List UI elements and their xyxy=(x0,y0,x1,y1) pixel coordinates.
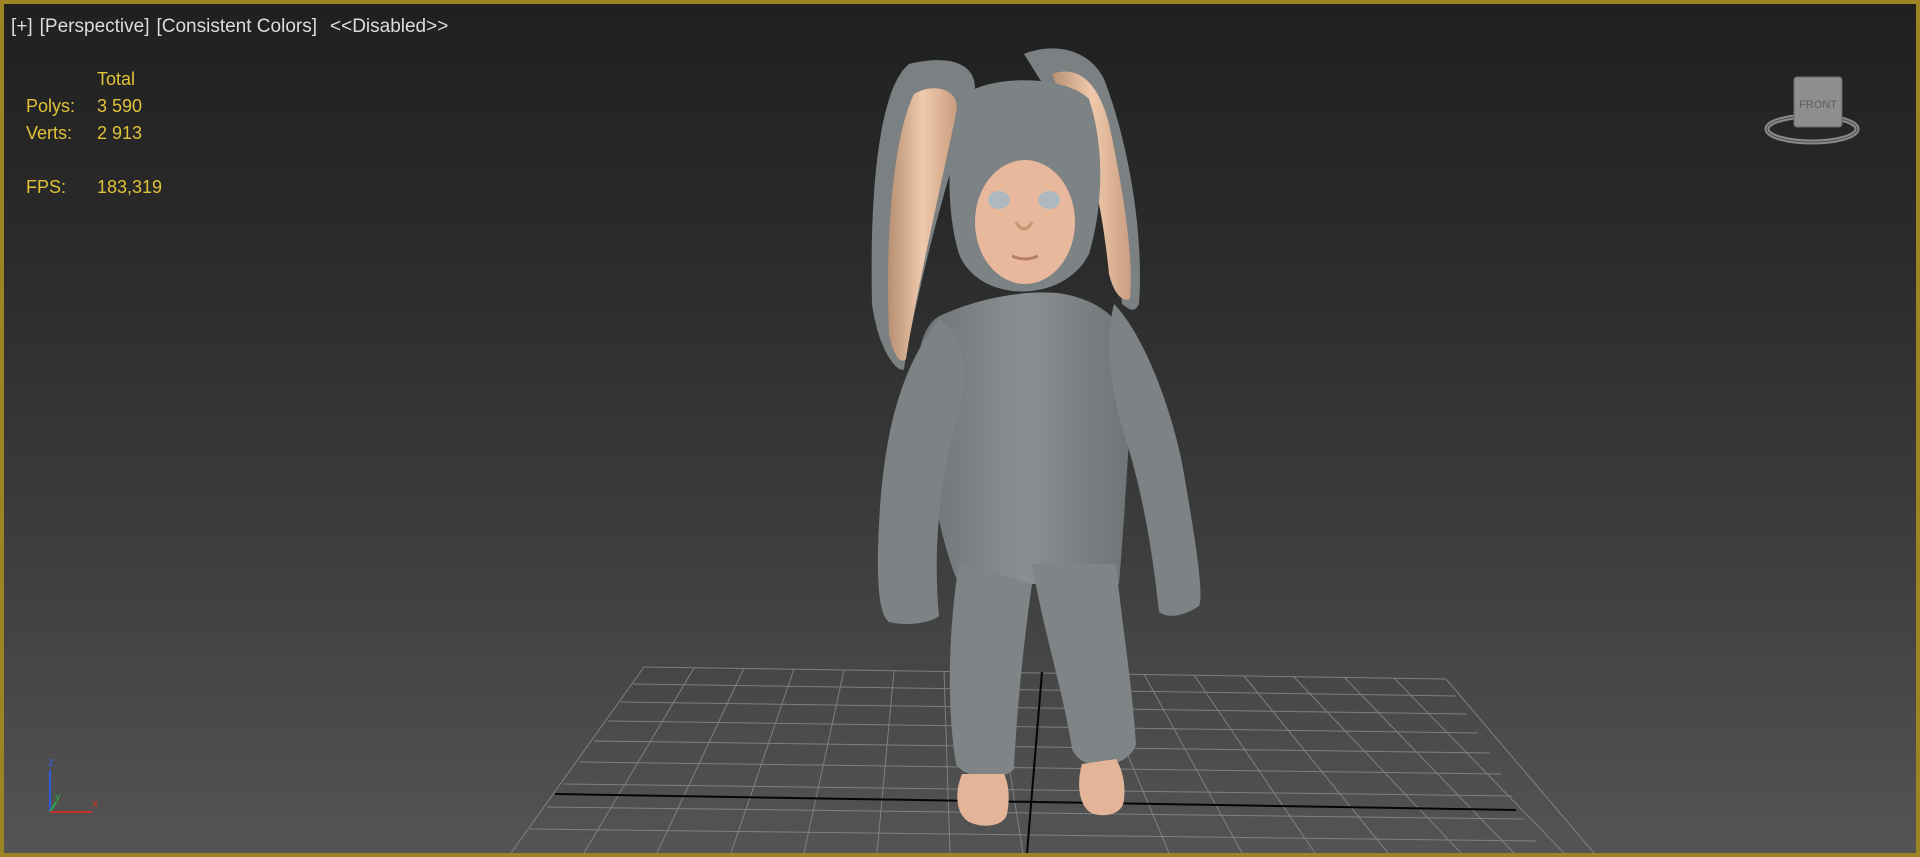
verts-label: Verts: xyxy=(26,123,73,143)
viewport-mode-menu[interactable]: <<Disabled>> xyxy=(330,16,448,38)
viewport-label-menu: [+] [Perspective] [Consistent Colors] <<… xyxy=(11,16,455,38)
viewport-view-menu[interactable]: [Perspective] xyxy=(40,16,150,38)
polys-value: 3 590 xyxy=(97,96,143,116)
viewport-scene xyxy=(510,48,1595,853)
floor-grid xyxy=(510,666,1595,853)
viewcube-front-face[interactable]: FRONT xyxy=(1799,99,1837,111)
fps-value: 183,319 xyxy=(97,177,163,197)
verts-value: 2 913 xyxy=(97,123,143,143)
z-axis-label: z xyxy=(48,755,54,769)
perspective-viewport[interactable]: [+] [Perspective] [Consistent Colors] <<… xyxy=(0,0,1920,857)
polys-label: Polys: xyxy=(26,96,76,116)
stats-column-header: Total xyxy=(97,69,136,89)
x-axis-label: x xyxy=(92,796,98,810)
fps-label: FPS: xyxy=(26,177,67,197)
viewcube[interactable]: FRONT xyxy=(1762,74,1862,154)
y-axis-label: y xyxy=(55,791,61,803)
viewport-plus-menu[interactable]: [+] xyxy=(11,16,33,38)
viewport-shading-menu[interactable]: [Consistent Colors] xyxy=(156,16,317,38)
axis-gizmo: z y x xyxy=(48,755,98,813)
statistics-overlay: Total Polys: 3 590 Verts: 2 913 FPS: 183,31… xyxy=(26,66,162,201)
